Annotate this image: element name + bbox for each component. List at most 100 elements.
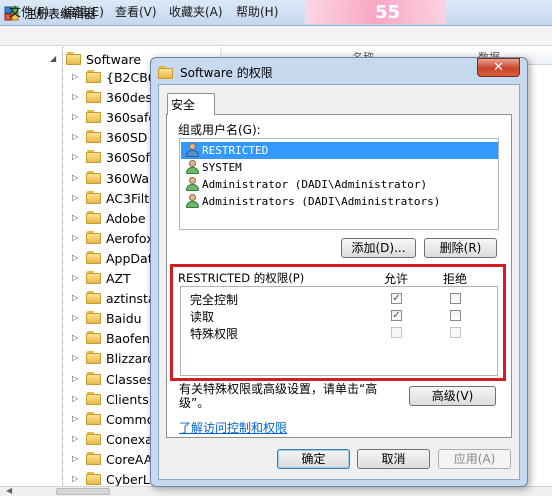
group-or-user-label: 组或用户名(G): — [178, 123, 261, 137]
allow-checkbox[interactable]: ✓ — [391, 310, 402, 321]
expand-icon[interactable]: ▷ — [72, 253, 78, 262]
tree-item-label: Commo — [106, 411, 150, 427]
folder-open-icon — [66, 52, 82, 65]
permission-name: 特殊权限 — [190, 327, 239, 341]
close-button[interactable]: ✕ — [477, 58, 520, 77]
user-name: SYSTEM — [202, 161, 242, 174]
tree-item-label: Conexa — [106, 431, 150, 447]
folder-icon — [86, 351, 102, 365]
expand-icon[interactable]: ▷ — [72, 414, 78, 423]
folder-icon — [86, 190, 102, 204]
user-list-item[interactable]: SYSTEM — [181, 159, 498, 176]
folder-icon — [86, 70, 102, 83]
menu-file[interactable]: 文件(F) — [9, 3, 49, 20]
tree-item-label: Baidu — [106, 311, 142, 327]
folder-icon — [86, 170, 102, 184]
folder-icon — [86, 250, 102, 264]
user-name: Administrator (DADI\Administrator) — [202, 178, 428, 191]
folder-icon — [86, 150, 102, 164]
expand-icon[interactable]: ▷ — [72, 454, 78, 463]
tree-item-label: 360des — [106, 90, 150, 106]
expand-icon[interactable]: ▷ — [72, 132, 78, 141]
advanced-button[interactable]: 高级(V) — [409, 386, 496, 406]
expand-icon[interactable]: ▷ — [72, 92, 78, 101]
user-list-item[interactable]: Administrators (DADI\Administrators) — [181, 193, 498, 210]
expand-icon[interactable]: ▷ — [72, 353, 78, 362]
folder-icon — [86, 451, 102, 465]
access-control-help-link[interactable]: 了解访问控制和权限 — [179, 419, 287, 436]
folder-icon — [86, 291, 102, 305]
tree-item-label: Clients — [106, 391, 149, 407]
folder-icon — [158, 66, 174, 79]
scroll-left-icon[interactable]: ◀ — [6, 486, 12, 495]
deny-column-header: 拒绝 — [443, 272, 468, 286]
tree-item-label: Adobe — [106, 210, 146, 226]
permissions-header: RESTRICTED 的权限(P) — [178, 271, 305, 285]
tab-security-label: 安全 — [171, 98, 196, 112]
tree-item-label: 360Soft — [106, 150, 150, 166]
remove-button[interactable]: 删除(R) — [424, 238, 497, 258]
user-list-item[interactable]: RESTRICTED — [181, 142, 498, 159]
user-list-item[interactable]: Administrator (DADI\Administrator) — [181, 176, 498, 193]
folder-icon — [86, 472, 102, 485]
expand-icon[interactable]: ▷ — [72, 233, 78, 242]
menu-favorites[interactable]: 收藏夹(A) — [169, 3, 223, 20]
expand-icon[interactable]: ▷ — [72, 273, 78, 282]
expand-icon[interactable]: ▷ — [72, 213, 78, 222]
expand-icon[interactable]: ▷ — [72, 152, 78, 161]
user-group-icon — [185, 194, 200, 209]
tree-item-label: CyberLi — [106, 472, 150, 487]
expand-icon[interactable]: ▷ — [72, 374, 78, 383]
expand-icon[interactable]: ▷ — [72, 333, 78, 342]
ok-button[interactable]: 确定 — [277, 449, 350, 469]
folder-icon — [86, 411, 102, 425]
user-group-icon — [185, 160, 200, 175]
menu-edit[interactable]: 编辑(E) — [63, 3, 104, 20]
expand-icon[interactable]: ▷ — [72, 193, 78, 202]
tree-item-label: Classes — [106, 371, 150, 387]
tree-item-label: Software — [86, 52, 142, 67]
tree-item-label: {B2CB0 — [106, 70, 150, 85]
permission-name: 完全控制 — [190, 293, 239, 307]
tree-item-label: AZT — [106, 271, 131, 286]
dialog-title: Software 的权限 — [180, 66, 273, 80]
expand-icon[interactable]: ▷ — [72, 394, 78, 403]
allow-checkbox[interactable] — [391, 327, 402, 338]
expand-icon[interactable]: ▷ — [72, 72, 78, 81]
tree-item-label: 360safe — [106, 110, 150, 126]
menu-help[interactable]: 帮助(H) — [236, 3, 278, 20]
expand-icon[interactable]: ▷ — [72, 313, 78, 322]
scrollbar-thumb[interactable] — [56, 488, 110, 495]
tree-item-label: Baofeng — [106, 331, 150, 347]
tree-item-label: aztinsta — [106, 291, 150, 307]
folder-icon — [86, 210, 102, 224]
deny-checkbox[interactable] — [450, 327, 461, 338]
folder-icon — [86, 311, 102, 325]
tree-item-label: CoreAA — [106, 451, 150, 467]
tree-item-label: Blizzard — [106, 351, 150, 367]
folder-icon — [86, 130, 102, 144]
registry-tree[interactable]: ◢ Software ▷ {B2CB0 ▷ 360des ▷ 360safe ▷ 360SD ▷… — [0, 47, 150, 487]
expand-icon[interactable]: ▷ — [72, 293, 78, 302]
expand-icon[interactable]: ▷ — [72, 434, 78, 443]
advanced-hint-text: 有关特殊权限或高级设置，请单击“高级”。 — [179, 382, 378, 410]
collapse-icon[interactable]: ◢ — [50, 54, 56, 63]
tree-item-label: Aerofox — [106, 230, 150, 246]
expand-icon[interactable]: ▷ — [72, 173, 78, 182]
tree-item-label: AppDat — [106, 250, 150, 266]
folder-icon — [86, 371, 102, 385]
user-group-icon — [185, 143, 200, 158]
allow-checkbox[interactable]: ✓ — [391, 293, 402, 304]
apply-button[interactable]: 应用(A) — [438, 449, 511, 469]
folder-icon — [86, 110, 102, 124]
permission-name: 读取 — [190, 310, 215, 324]
add-button[interactable]: 添加(D)... — [341, 238, 416, 258]
expand-icon[interactable]: ▷ — [72, 474, 78, 483]
deny-checkbox[interactable] — [450, 310, 461, 321]
folder-icon — [86, 391, 102, 405]
cancel-button[interactable]: 取消 — [357, 449, 430, 469]
deny-checkbox[interactable] — [450, 293, 461, 304]
expand-icon[interactable]: ▷ — [72, 112, 78, 121]
registry-menubar — [0, 26, 552, 46]
menu-view[interactable]: 查看(V) — [115, 3, 157, 20]
